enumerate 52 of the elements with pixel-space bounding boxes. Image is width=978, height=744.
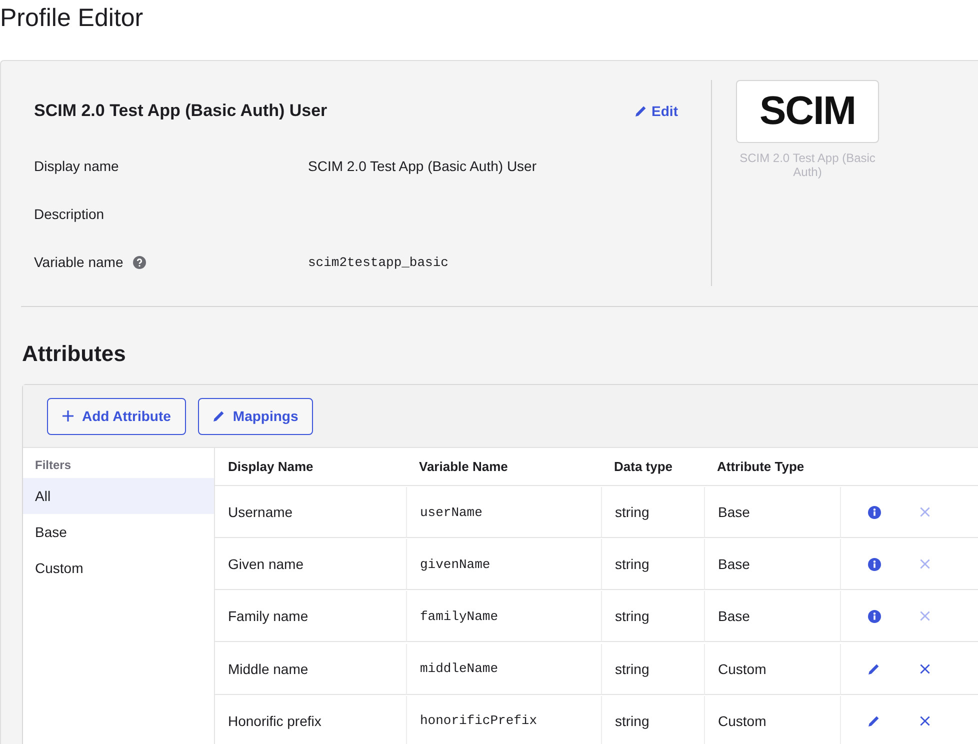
filter-item[interactable]: Custom [23,550,214,586]
field-label: Description [34,206,104,222]
app-logo: SCIM [736,80,879,143]
table-cell: Username [215,487,406,538]
field-label: Variable name [34,254,124,270]
info-icon[interactable] [868,610,880,623]
pencil-icon [212,410,225,422]
column-header: Variable Name [406,448,601,486]
filter-item[interactable]: Base [23,514,214,550]
table-cell: familyName [406,591,601,642]
page-title: Profile Editor [0,3,144,34]
table-cell: Family name [215,591,406,642]
pencil-icon [634,105,647,117]
field-value: scim2testapp_basic [308,254,448,270]
pencil-icon [868,662,880,675]
filter-item[interactable]: All [23,478,214,514]
field-value: SCIM 2.0 Test App (Basic Auth) User [308,158,537,174]
pencil-icon [868,714,880,727]
filters-heading: Filters [34,457,72,474]
table-cell: userName [406,487,601,538]
table-cell: middleName [406,644,601,695]
logo-caption: SCIM 2.0 Test App (Basic Auth) [738,151,876,179]
plus-icon [62,410,74,422]
table-cell: Given name [215,539,406,590]
column-header: Attribute Type [704,448,840,486]
close-icon[interactable] [920,664,930,674]
table-cell: honorificPrefix [406,696,601,744]
edit-link[interactable]: Edit [634,103,678,119]
table-cell: Custom [704,696,840,744]
table-cell: string [601,591,704,642]
profile-title: SCIM 2.0 Test App (Basic Auth) User [34,101,328,121]
table-cell: string [601,487,704,538]
table-cell: Honorific prefix [215,696,406,744]
table-cell: Base [704,539,840,590]
info-icon[interactable] [868,558,880,571]
table-cell: Base [704,487,840,538]
table-cell: string [601,539,704,590]
table-cell: Custom [704,644,840,695]
section-title: Attributes [22,340,127,368]
help-icon[interactable] [133,256,146,268]
table-cell: Middle name [215,644,406,695]
column-header: Data type [601,448,704,486]
info-icon[interactable] [868,506,880,519]
column-header: Display Name [215,448,406,486]
table-cell: string [601,696,704,744]
table-cell: givenName [406,539,601,590]
field-label: Display name [34,158,119,174]
table-cell: Base [704,591,840,642]
add-attribute-button[interactable]: Add Attribute [47,398,186,434]
close-icon[interactable] [920,716,930,726]
mappings-button[interactable]: Mappings [198,398,314,434]
table-cell: string [601,644,704,695]
